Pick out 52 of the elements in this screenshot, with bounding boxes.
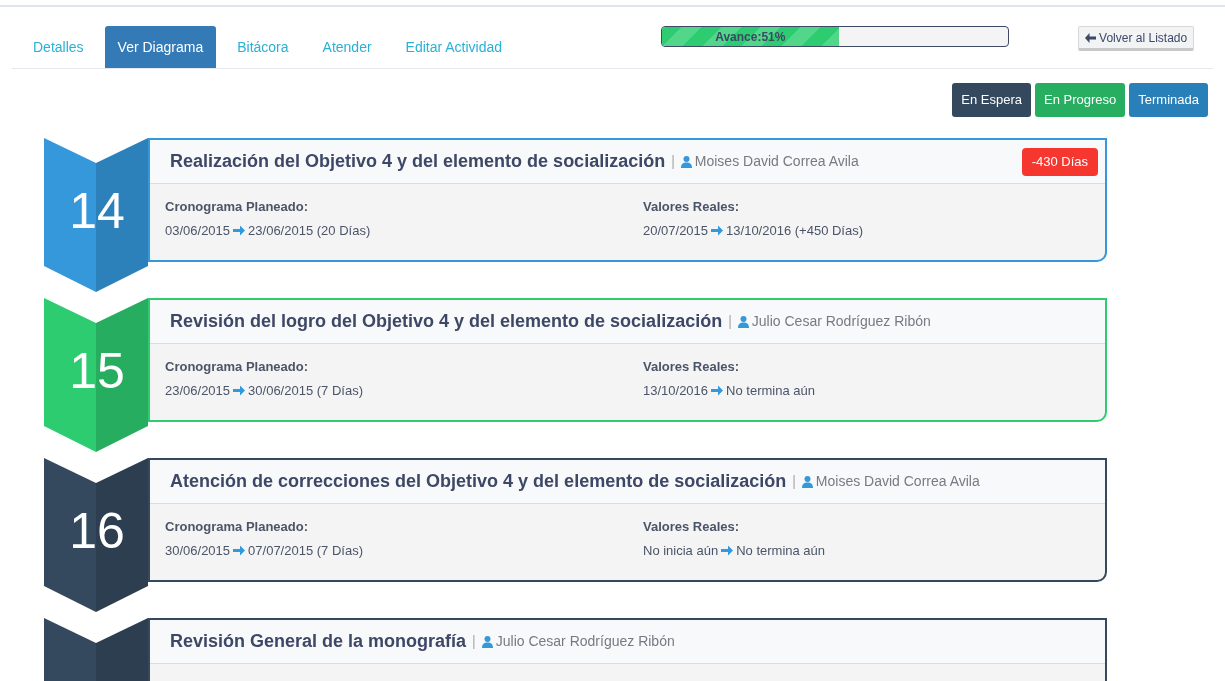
tab[interactable]: Detalles <box>20 26 97 68</box>
start-date: 20/07/2015 <box>643 221 709 240</box>
assignee-name: Moises David Correa Avila <box>815 472 980 491</box>
delay-badge: -430 Días <box>1021 148 1098 176</box>
assignee-name: Moises David Correa Avila <box>694 152 859 171</box>
tab[interactable]: Bitácora <box>224 26 302 68</box>
start-date: 13/10/2016 <box>643 381 709 400</box>
arrow-right-icon <box>711 384 724 396</box>
end-date: No termina aún <box>736 541 826 560</box>
arrow-right-icon <box>233 384 246 396</box>
start-date: No inicia aún <box>643 541 719 560</box>
section-heading: Valores Reales: <box>643 198 741 216</box>
user-icon <box>680 155 692 168</box>
section-heading: Cronograma Planeado: <box>165 518 310 536</box>
start-date: 03/06/2015 <box>165 221 231 240</box>
separator: | <box>792 472 796 491</box>
status-button[interactable]: Terminada <box>1129 83 1208 117</box>
activity-title: Revisión General de la monografía <box>170 630 467 653</box>
arrow-right-icon <box>721 544 734 556</box>
arrow-right-icon <box>233 544 246 556</box>
section-heading: Cronograma Planeado: <box>165 358 310 376</box>
assignee-name: Julio Cesar Rodríguez Ribón <box>751 312 931 331</box>
activity-title: Atención de correcciones del Objetivo 4 y del elemento de socialización <box>170 470 787 493</box>
separator: | <box>671 152 675 171</box>
end-date: 07/07/2015 (7 Días) <box>248 541 363 560</box>
arrow-right-icon <box>233 224 246 236</box>
arrow-left-icon <box>1085 32 1097 43</box>
section-heading: Cronograma Planeado: <box>165 198 310 216</box>
assignee-name: Julio Cesar Rodríguez Ribón <box>495 632 675 651</box>
tab[interactable]: Atender <box>309 26 385 68</box>
arrow-right-icon <box>711 224 724 236</box>
start-date: 30/06/2015 <box>165 541 231 560</box>
separator: | <box>728 312 732 331</box>
start-date: 23/06/2015 <box>165 381 231 400</box>
user-icon <box>801 475 813 488</box>
status-button[interactable]: En Espera <box>952 83 1032 117</box>
end-date: 13/10/2016 (+450 Días) <box>726 221 864 240</box>
tab[interactable]: Editar Actividad <box>392 26 516 68</box>
end-date: 30/06/2015 (7 Días) <box>248 381 363 400</box>
status-button[interactable]: En Progreso <box>1035 83 1126 117</box>
separator: | <box>472 632 476 651</box>
user-icon <box>481 635 493 648</box>
user-icon <box>737 315 749 328</box>
back-button[interactable]: Volver al Listado <box>1078 26 1195 51</box>
section-heading: Valores Reales: <box>643 358 741 376</box>
progress-label: Avance:51% <box>715 28 786 46</box>
section-heading: Valores Reales: <box>643 518 741 536</box>
tab[interactable]: Ver Diagrama <box>104 26 217 68</box>
end-date: 23/06/2015 (20 Días) <box>248 221 371 240</box>
activity-title: Revisión del logro del Objetivo 4 y del elemento de socialización <box>170 310 723 333</box>
activity-title: Realización del Objetivo 4 y del elemento de socialización <box>170 150 666 173</box>
end-date: No termina aún <box>726 381 815 400</box>
